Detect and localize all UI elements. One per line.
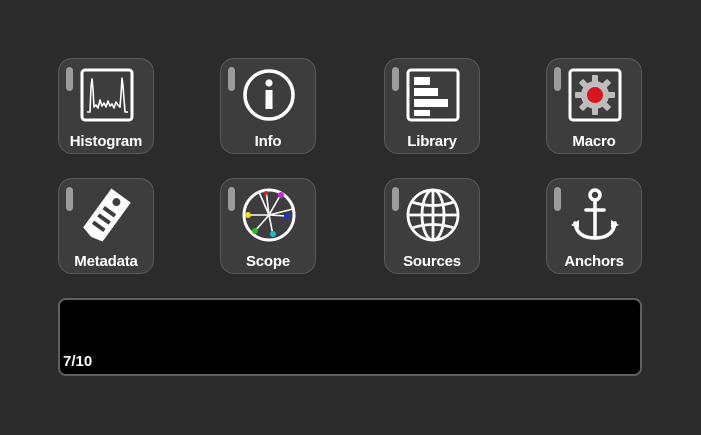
anchors-button[interactable]: Anchors [546, 178, 642, 274]
status-led [392, 67, 399, 91]
status-led [554, 187, 561, 211]
sources-button[interactable]: Sources [384, 178, 480, 274]
button-label: Library [407, 133, 457, 150]
page-indicator: 7/10 [63, 353, 93, 370]
tag-icon [79, 187, 135, 243]
button-label: Scope [245, 253, 290, 270]
gear-icon [567, 67, 623, 123]
histogram-icon [79, 67, 135, 123]
status-led [228, 67, 235, 91]
button-label: Sources [403, 253, 461, 270]
status-led [66, 67, 73, 91]
anchor-icon [567, 187, 623, 243]
status-led [66, 187, 73, 211]
library-icon [405, 67, 461, 123]
scope-button[interactable]: Scope [220, 178, 316, 274]
button-label: Histogram [69, 133, 143, 150]
metadata-button[interactable]: Metadata [58, 178, 154, 274]
histogram-button[interactable]: Histogram [58, 58, 154, 154]
status-led [554, 67, 561, 91]
status-led [228, 187, 235, 211]
info-button[interactable]: Info [220, 58, 316, 154]
info-icon [241, 67, 297, 123]
status-led [392, 187, 399, 211]
button-label: Macro [572, 133, 616, 150]
button-label: Info [254, 133, 282, 150]
button-label: Metadata [74, 253, 138, 270]
lcd-display: 7/10 [58, 298, 642, 376]
vectorscope-icon [241, 187, 297, 243]
globe-icon [405, 187, 461, 243]
macro-button[interactable]: Macro [546, 58, 642, 154]
library-button[interactable]: Library [384, 58, 480, 154]
button-label: Anchors [564, 253, 624, 270]
